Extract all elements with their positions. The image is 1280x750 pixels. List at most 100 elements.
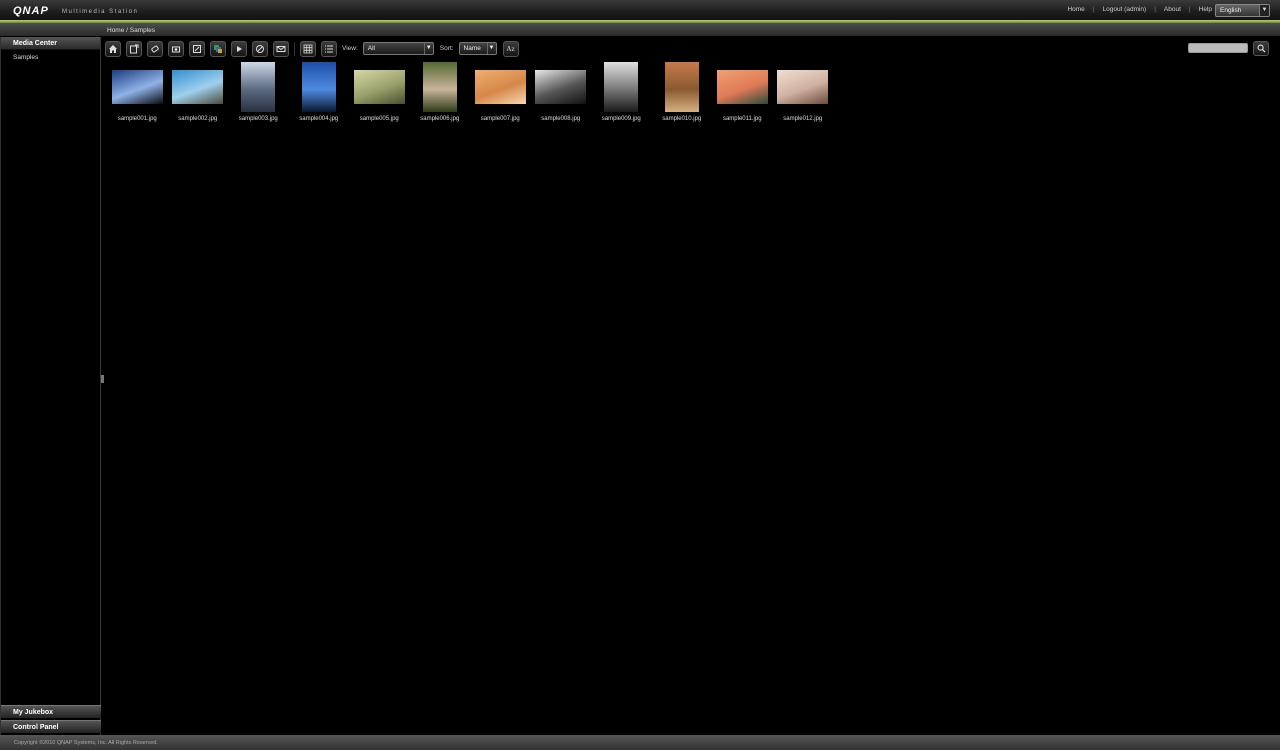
link-separator: |: [1092, 6, 1095, 13]
thumbnail-filename: sample011.jpg: [722, 116, 762, 122]
thumbnail-item[interactable]: sample010.jpg: [652, 62, 713, 124]
thumbnail-filename: sample004.jpg: [299, 116, 339, 122]
search-button[interactable]: [1253, 41, 1269, 56]
thumbnail-image[interactable]: [777, 70, 829, 104]
edit-button[interactable]: [189, 40, 205, 57]
header-bar: QNAP Multimedia Station Home | Logout (a…: [0, 0, 1280, 22]
grid-icon: [303, 44, 313, 53]
thumbnail-grid: sample001.jpg sample002.jpg sample003.jpg s…: [107, 62, 833, 124]
thumbnail-item[interactable]: sample001.jpg: [107, 62, 168, 124]
slideshow-effect-button[interactable]: [210, 40, 226, 57]
thumbnail-filename: sample012.jpg: [783, 116, 823, 122]
thumbnail-filename: sample010.jpg: [662, 116, 702, 122]
envelope-icon: [276, 45, 286, 52]
qnap-logo[interactable]: QNAP: [13, 5, 49, 17]
thumbnail-filename: sample007.jpg: [480, 116, 520, 122]
rotate-button[interactable]: [147, 40, 163, 57]
panel-splitter-handle[interactable]: [101, 375, 104, 383]
thumbnail-image-frame: [422, 62, 457, 112]
thumbnail-image-frame: [241, 62, 276, 112]
link-separator: |: [1188, 6, 1191, 13]
thumbnail-image[interactable]: [535, 70, 587, 104]
play-button[interactable]: [231, 40, 247, 57]
chevron-down-icon: ▼: [1259, 5, 1269, 16]
thumbnail-item[interactable]: sample006.jpg: [410, 62, 471, 124]
sidebar-section-control-panel[interactable]: Control Panel: [1, 720, 101, 733]
thumbnail-item[interactable]: sample003.jpg: [228, 62, 289, 124]
thumbnail-item[interactable]: sample002.jpg: [168, 62, 229, 124]
thumbnail-image-frame: [172, 62, 224, 112]
list-view-button[interactable]: [321, 40, 337, 57]
thumbnail-image[interactable]: [604, 62, 639, 112]
search-input[interactable]: [1188, 43, 1248, 53]
thumbnail-image-frame: [604, 62, 639, 112]
home-button[interactable]: [105, 40, 121, 57]
sidebar: Media Center Samples My Jukebox Control …: [0, 37, 101, 735]
help-link[interactable]: Help: [1199, 6, 1212, 13]
sort-order-button[interactable]: Az: [502, 40, 519, 57]
thumbnail-filename: sample001.jpg: [117, 116, 157, 122]
thumbnail-image[interactable]: [664, 62, 699, 112]
breadcrumb[interactable]: Home / Samples: [107, 27, 155, 34]
sort-az-icon: Az: [506, 44, 515, 53]
edit-icon: [193, 44, 201, 53]
view-select[interactable]: All ▼: [362, 42, 434, 55]
thumbnail-image[interactable]: [422, 62, 457, 112]
home-icon: [109, 44, 117, 53]
thumbnail-item[interactable]: sample009.jpg: [591, 62, 652, 124]
upload-button[interactable]: [126, 40, 142, 57]
thumbnail-item[interactable]: sample008.jpg: [531, 62, 592, 124]
thumbnail-filename: sample003.jpg: [238, 116, 278, 122]
language-value: English: [1220, 7, 1242, 14]
thumbnail-image-frame: [301, 62, 336, 112]
thumbnail-filename: sample006.jpg: [420, 116, 460, 122]
link-separator: |: [1154, 6, 1156, 13]
sort-select[interactable]: Name ▼: [458, 42, 497, 55]
upload-icon: [130, 44, 139, 53]
thumbnail-item[interactable]: sample005.jpg: [349, 62, 410, 124]
thumbnail-filename: sample002.jpg: [178, 116, 218, 122]
thumbnail-image-frame: [716, 62, 768, 112]
search-icon: [1257, 44, 1266, 53]
thumbnail-item[interactable]: sample012.jpg: [773, 62, 834, 124]
sidebar-header-media-center[interactable]: Media Center: [1, 37, 100, 50]
thumbnail-filename: sample009.jpg: [601, 116, 641, 122]
thumbnail-image[interactable]: [111, 70, 163, 104]
chevron-down-icon: ▼: [486, 43, 496, 54]
thumbnail-image[interactable]: [172, 70, 224, 104]
app-subtitle: Multimedia Station: [62, 9, 139, 15]
toolbar-separator: [294, 41, 295, 56]
snapshot-button[interactable]: [168, 40, 184, 57]
thumbnail-image[interactable]: [716, 70, 768, 104]
chevron-down-icon: ▼: [423, 43, 433, 54]
thumbnail-image[interactable]: [474, 70, 526, 104]
about-link[interactable]: About: [1164, 6, 1181, 13]
view-select-value: All: [367, 45, 376, 52]
logout-link[interactable]: Logout (admin): [1102, 6, 1146, 13]
play-icon: [237, 45, 242, 52]
thumbnail-view-button[interactable]: [300, 40, 316, 57]
footer-copyright: Copyright ©2010 QNAP Systems, Inc. All R…: [0, 735, 1280, 750]
thumbnail-item[interactable]: sample011.jpg: [712, 62, 773, 124]
share-button[interactable]: [252, 40, 268, 57]
thumbnail-filename: sample005.jpg: [359, 116, 399, 122]
thumbnail-item[interactable]: sample007.jpg: [470, 62, 531, 124]
thumbnail-image[interactable]: [241, 62, 276, 112]
sidebar-section-my-jukebox[interactable]: My Jukebox: [1, 705, 101, 718]
share-icon: [256, 44, 264, 53]
view-label: View:: [342, 45, 358, 52]
thumbnail-image[interactable]: [301, 62, 336, 112]
thumbnail-item[interactable]: sample004.jpg: [289, 62, 350, 124]
sort-select-value: Name: [463, 45, 481, 52]
language-select[interactable]: English ▼: [1215, 4, 1270, 17]
thumbnail-image[interactable]: [353, 70, 405, 104]
camera-icon: [172, 46, 180, 52]
color-layers-icon: [214, 44, 222, 53]
email-button[interactable]: [273, 40, 289, 57]
thumbnail-image-frame: [777, 62, 829, 112]
thumbnail-image-frame: [353, 62, 405, 112]
sidebar-item-samples[interactable]: Samples: [1, 50, 100, 65]
home-link[interactable]: Home: [1067, 6, 1084, 13]
thumbnail-image-frame: [474, 62, 526, 112]
top-links: Home | Logout (admin) | About | Help: [1067, 6, 1212, 13]
